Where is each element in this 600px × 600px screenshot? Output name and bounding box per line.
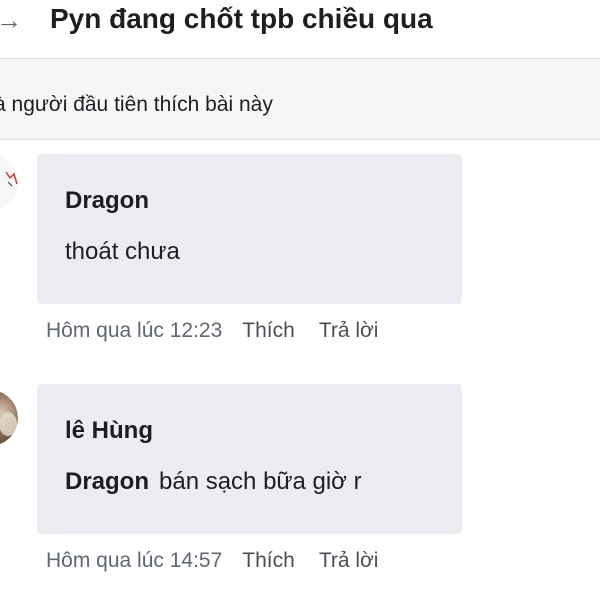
user-photo-avatar-icon — [0, 391, 18, 445]
reply-button[interactable]: Trả lời — [319, 319, 379, 342]
comment-text: thoát chưa — [65, 238, 180, 265]
comment-bubble: Dragon thoát chưa — [37, 154, 462, 304]
likes-summary-text: à người đầu tiên thích bài này — [0, 93, 273, 116]
comment-timestamp[interactable]: Hôm qua lúc 12:23 — [46, 319, 222, 342]
comment-timestamp[interactable]: Hôm qua lúc 14:57 — [46, 549, 222, 572]
avatar[interactable] — [0, 390, 18, 446]
like-button[interactable]: Thích — [242, 319, 295, 342]
post-comments-page: → Pyn đang chốt tpb chiều qua à người đầ… — [0, 0, 600, 600]
avatar[interactable] — [0, 154, 18, 210]
post-title: Pyn đang chốt tpb chiều qua — [50, 3, 433, 34]
arrow-right-icon[interactable]: → — [0, 7, 22, 33]
likes-summary[interactable]: à người đầu tiên thích bài này — [0, 59, 600, 140]
mention-tag[interactable]: Dragon — [65, 468, 149, 495]
comment-text: bán sạch bữa giờ r — [159, 468, 362, 495]
comment-meta: Hôm qua lúc 14:57 Thích Trả lời — [46, 549, 378, 573]
comment-author[interactable]: Dragon — [65, 187, 149, 215]
comment-text-line: Dragon bán sạch bữa giờ r — [65, 468, 362, 496]
comment-meta: Hôm qua lúc 12:23 Thích Trả lời — [46, 319, 378, 343]
comment-author[interactable]: lê Hùng — [65, 417, 153, 445]
dragon-avatar-icon — [0, 155, 18, 209]
like-button[interactable]: Thích — [242, 549, 295, 572]
comment-bubble: lê Hùng Dragon bán sạch bữa giờ r — [37, 384, 462, 534]
reply-button[interactable]: Trả lời — [319, 549, 379, 572]
post-header: → Pyn đang chốt tpb chiều qua — [0, 0, 600, 59]
